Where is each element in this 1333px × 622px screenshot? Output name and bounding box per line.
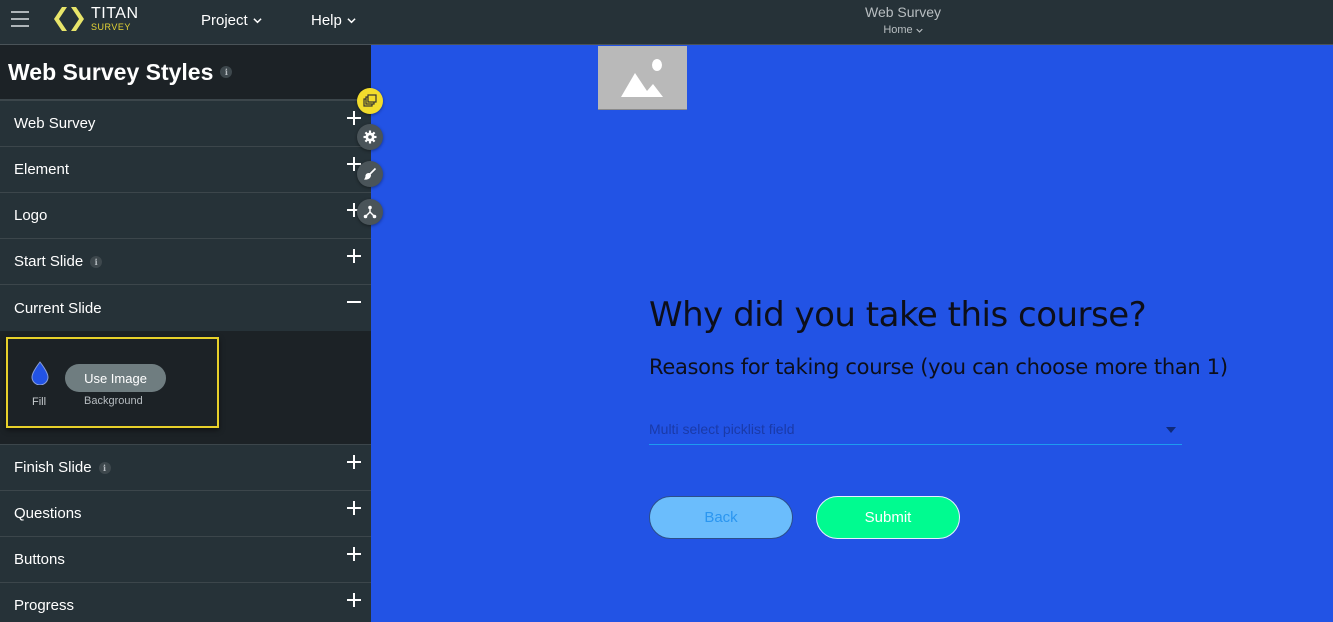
chevron-down-icon xyxy=(253,18,262,24)
caret-down-icon xyxy=(1166,427,1176,433)
settings-tool-button[interactable] xyxy=(357,124,383,150)
section-label: Current Slide xyxy=(14,299,102,317)
plus-icon[interactable] xyxy=(347,547,361,561)
titan-logo[interactable]: TITAN SURVEY xyxy=(54,5,139,33)
plus-icon[interactable] xyxy=(347,249,361,263)
submit-button[interactable]: Submit xyxy=(816,496,960,539)
info-icon[interactable]: i xyxy=(98,461,111,474)
connections-tool-button[interactable] xyxy=(357,199,383,225)
plus-icon[interactable] xyxy=(347,593,361,607)
layers-tool-button[interactable] xyxy=(357,88,383,114)
logo-title: TITAN xyxy=(91,5,139,22)
plus-icon[interactable] xyxy=(347,501,361,515)
section-label: Element xyxy=(14,161,70,178)
plus-icon[interactable] xyxy=(347,455,361,469)
picklist-placeholder: Multi select picklist field xyxy=(649,421,795,437)
hamburger-menu-icon[interactable] xyxy=(11,11,29,29)
fill-color-picker[interactable] xyxy=(30,361,50,390)
back-button[interactable]: Back xyxy=(649,496,793,539)
gear-icon xyxy=(363,130,377,144)
section-label: Web Survey xyxy=(14,115,96,132)
highlight-box: Fill Use Image Background xyxy=(6,337,219,428)
project-menu[interactable]: Project xyxy=(201,12,262,29)
help-menu-label: Help xyxy=(311,12,342,29)
section-label: Buttons xyxy=(14,551,65,568)
style-tool-button[interactable] xyxy=(357,161,383,187)
use-image-button[interactable]: Use Image xyxy=(65,364,166,392)
section-start-slide[interactable]: Start Slide i xyxy=(0,239,371,285)
multi-select-picklist[interactable]: Multi select picklist field xyxy=(649,418,1182,445)
section-label: Finish Slide xyxy=(14,459,92,476)
section-finish-slide[interactable]: Finish Slide i xyxy=(0,445,371,491)
logo-placeholder-image[interactable] xyxy=(598,46,687,110)
section-buttons[interactable]: Buttons xyxy=(0,537,371,583)
current-slide-panel: Fill Use Image Background xyxy=(0,331,371,445)
plus-icon[interactable] xyxy=(347,111,361,125)
section-label: Progress xyxy=(14,597,75,614)
chevron-down-icon xyxy=(347,18,356,24)
section-web-survey[interactable]: Web Survey xyxy=(0,101,371,147)
project-menu-label: Project xyxy=(201,12,248,29)
page-selector[interactable]: Home xyxy=(883,24,923,36)
fill-label: Fill xyxy=(32,396,47,408)
question-title: Why did you take this course? xyxy=(649,295,1147,335)
section-progress[interactable]: Progress xyxy=(0,583,371,622)
top-bar: TITAN SURVEY Project Help Web Survey Hom… xyxy=(0,0,1333,45)
minus-icon[interactable] xyxy=(347,295,361,308)
section-label: Logo xyxy=(14,207,48,224)
help-menu[interactable]: Help xyxy=(311,12,356,29)
app-title-block: Web Survey Home xyxy=(0,4,1333,38)
info-icon[interactable]: i xyxy=(90,255,103,268)
sidebar-title: Web Survey Styles xyxy=(8,58,214,85)
section-questions[interactable]: Questions xyxy=(0,491,371,537)
section-current-slide[interactable]: Current Slide xyxy=(0,285,371,331)
chevron-down-icon xyxy=(915,28,923,33)
layers-icon xyxy=(363,94,377,107)
question-subtitle: Reasons for taking course (you can choos… xyxy=(649,355,1228,379)
info-icon[interactable]: i xyxy=(220,66,233,78)
section-label: Start Slide xyxy=(14,253,84,270)
app-title: Web Survey xyxy=(865,4,941,20)
image-placeholder-icon xyxy=(620,58,663,97)
section-logo[interactable]: Logo xyxy=(0,193,371,239)
section-label: Questions xyxy=(14,505,82,522)
droplet-icon xyxy=(31,361,49,386)
survey-canvas: Why did you take this course? Reasons fo… xyxy=(371,45,1333,622)
section-element[interactable]: Element xyxy=(0,147,371,193)
sidebar-header: Web Survey Styles i xyxy=(0,45,371,101)
background-label: Background xyxy=(84,395,143,407)
page-selector-label: Home xyxy=(883,24,913,36)
brush-icon xyxy=(364,167,377,180)
connection-icon xyxy=(363,205,377,219)
styles-sidebar: Web Survey Styles i Web Survey Element L… xyxy=(0,45,371,622)
logo-subtitle: SURVEY xyxy=(91,22,131,32)
logo-icon xyxy=(54,7,84,31)
